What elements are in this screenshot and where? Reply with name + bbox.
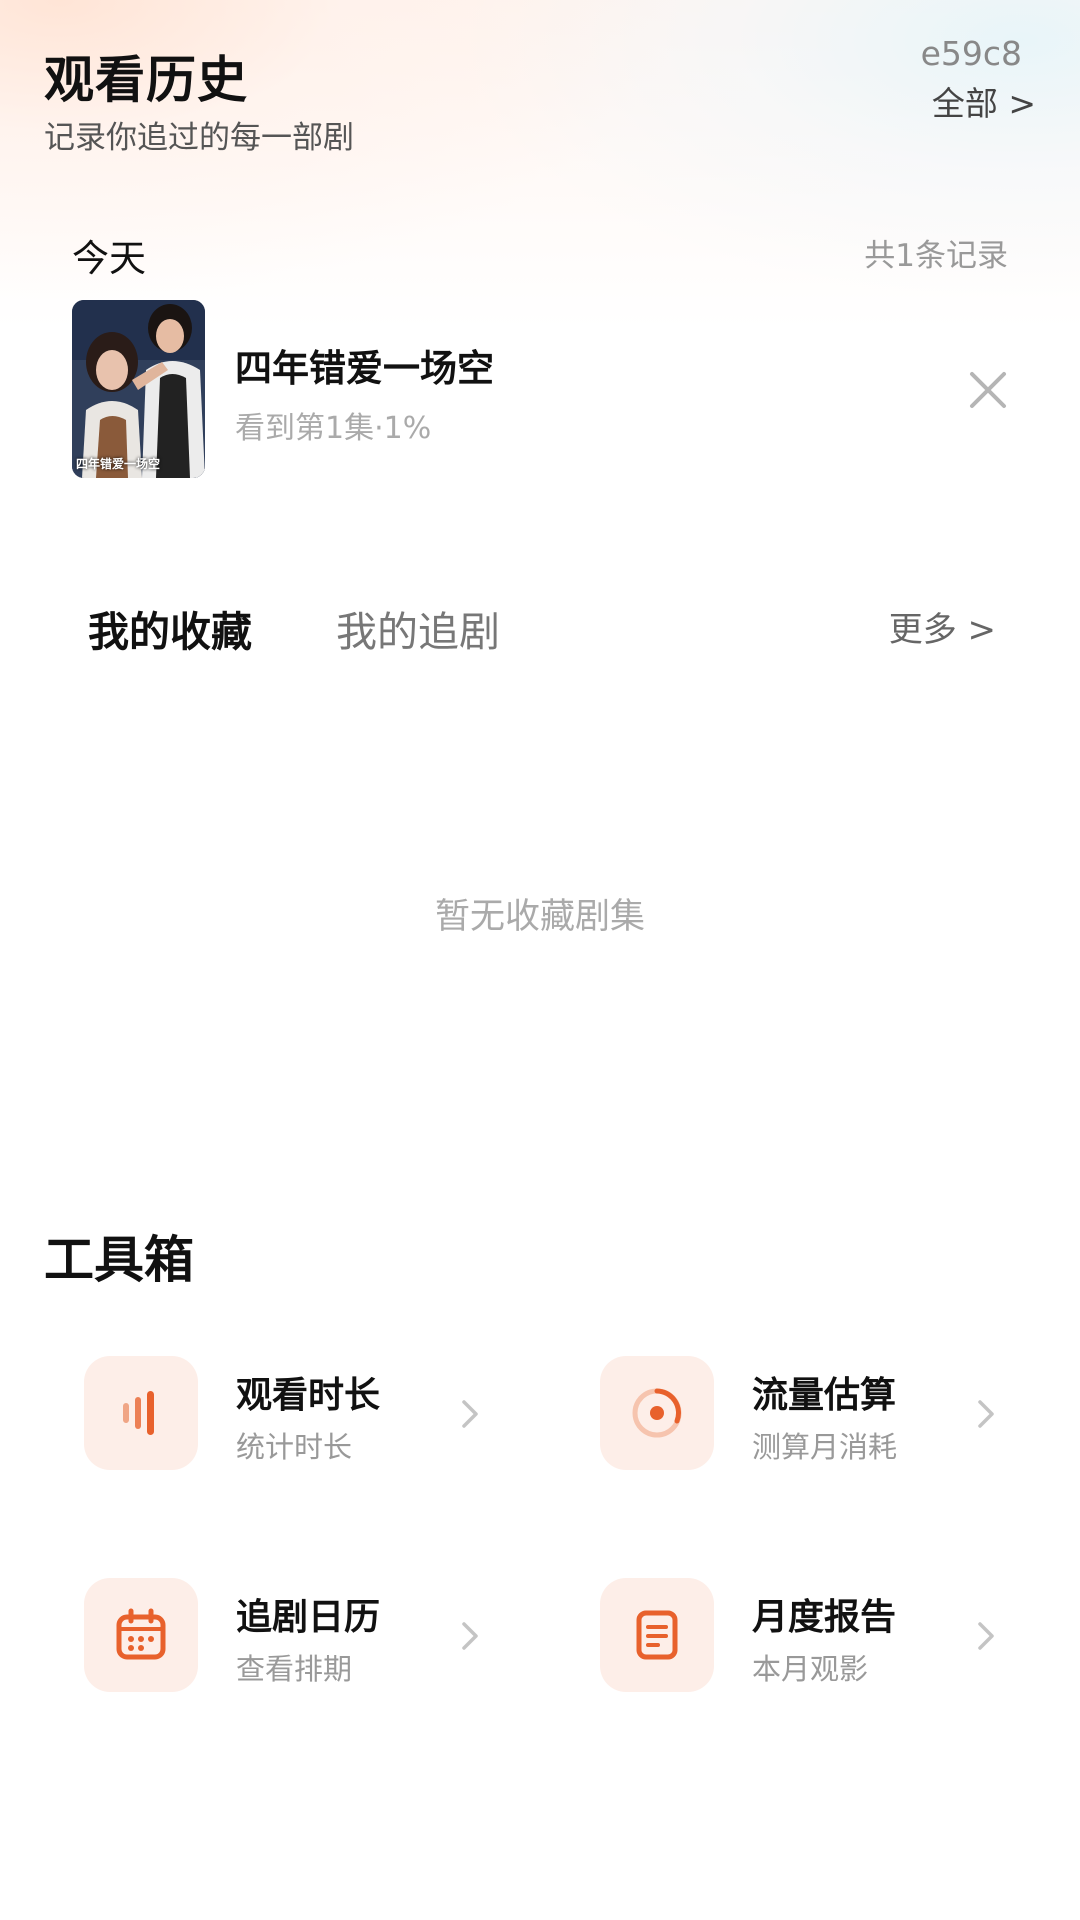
chevron-right-icon xyxy=(974,1618,998,1654)
watch-progress: 看到第1集·1% xyxy=(235,411,432,446)
chevron-right-icon xyxy=(458,1618,482,1654)
page: 观看历史 记录你追过的每一部剧 e59c8 全部 > 今天 共1条记录 四年错爱… xyxy=(0,0,1080,1920)
tool-monthly-report[interactable]: 月度报告 本月观影 xyxy=(600,1578,1000,1698)
tool-desc: 本月观影 xyxy=(752,1652,869,1686)
show-thumbnail[interactable]: 四年错爱一场空 xyxy=(72,300,205,478)
history-count: 共1条记录 xyxy=(864,238,1008,274)
tool-data-estimate[interactable]: 流量估算 测算月消耗 xyxy=(600,1356,1000,1476)
tool-name: 追剧日历 xyxy=(236,1597,381,1638)
thumbnail-artwork xyxy=(72,300,205,478)
page-subtitle: 记录你追过的每一部剧 xyxy=(44,120,354,156)
tab-favorites[interactable]: 我的收藏 xyxy=(88,598,252,658)
more-link[interactable]: 更多 > xyxy=(889,602,996,651)
tool-drama-calendar[interactable]: 追剧日历 查看排期 xyxy=(84,1578,484,1698)
tool-desc: 测算月消耗 xyxy=(752,1430,898,1464)
view-all-link[interactable]: 全部 > xyxy=(932,77,1036,125)
empty-state-text: 暂无收藏剧集 xyxy=(434,897,645,937)
tool-name: 流量估算 xyxy=(752,1375,897,1416)
toolbox-title: 工具箱 xyxy=(44,1231,194,1289)
tool-desc: 查看排期 xyxy=(236,1652,353,1686)
tool-name: 月度报告 xyxy=(752,1597,897,1638)
tab-following[interactable]: 我的追剧 xyxy=(336,598,500,658)
chevron-right-icon xyxy=(974,1396,998,1432)
tool-name: 观看时长 xyxy=(236,1375,381,1416)
tool-desc: 统计时长 xyxy=(236,1430,353,1464)
progress-ring-icon xyxy=(600,1356,714,1470)
close-icon[interactable] xyxy=(964,366,1012,414)
bar-chart-icon xyxy=(84,1356,198,1470)
page-title: 观看历史 xyxy=(44,51,248,109)
history-day-label: 今天 xyxy=(72,237,146,280)
chevron-right-icon xyxy=(458,1396,482,1432)
thumbnail-caption: 四年错爱一场空 xyxy=(76,457,161,471)
tool-watch-time[interactable]: 观看时长 统计时长 xyxy=(84,1356,484,1476)
document-icon xyxy=(600,1578,714,1692)
show-title[interactable]: 四年错爱一场空 xyxy=(235,338,494,392)
calendar-icon xyxy=(84,1578,198,1692)
user-id-label: e59c8 xyxy=(920,34,1022,73)
history-item[interactable]: 四年错爱一场空 四年错爱一场空 看到第1集·1% xyxy=(72,300,1012,480)
